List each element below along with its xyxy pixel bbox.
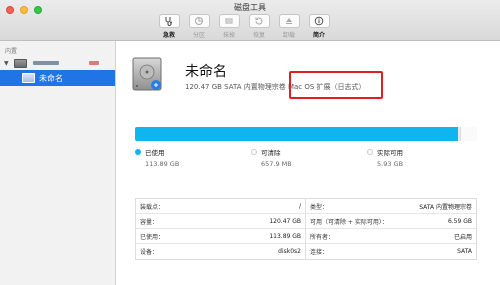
window-title: 磁盘工具 xyxy=(234,3,266,12)
disclosure-triangle-icon[interactable]: ▼ xyxy=(4,60,12,67)
info-key: 容量： xyxy=(140,218,159,226)
partition-button[interactable]: 分区 xyxy=(186,14,212,39)
unmount-label: 卸载 xyxy=(282,32,295,39)
hard-drive-icon xyxy=(14,58,27,68)
info-key: 装载点： xyxy=(140,203,165,211)
used-color-dot xyxy=(135,149,141,155)
hard-drive-icon xyxy=(132,57,162,91)
table-row: 设备： disk0s2 连接： SATA xyxy=(136,244,476,259)
toolbar: 急救 分区 抹掉 恢复 卸载 简介 xyxy=(156,14,332,39)
table-row: 容量： 120.47 GB 可用（可清除 + 实际可用）： 6.59 GB xyxy=(136,214,476,229)
partition-label: 分区 xyxy=(192,32,205,39)
info-value: 已启用 xyxy=(453,233,472,241)
restore-label: 恢复 xyxy=(252,32,265,39)
first-aid-button[interactable]: 急救 xyxy=(156,14,182,39)
erase-label: 抹掉 xyxy=(222,32,235,39)
legend-used-label: 已使用 xyxy=(145,149,165,157)
restore-icon xyxy=(255,17,263,25)
pie-chart-icon xyxy=(195,17,203,25)
info-key: 可用（可清除 + 实际可用）： xyxy=(310,218,388,226)
legend-purgeable-value: 657.9 MB xyxy=(261,160,292,168)
storage-usage-bar xyxy=(135,127,477,141)
legend-purgeable-label: 可清除 xyxy=(261,149,281,157)
purgeable-color-dot xyxy=(251,149,257,155)
info-value: 113.89 GB xyxy=(269,232,301,240)
main-panel: 未命名 120.47 GB SATA 内置物理宗卷 Mac OS 扩展（日志式）… xyxy=(117,41,500,285)
sidebar-section-internal: 内置 xyxy=(5,48,18,55)
info-key: 设备： xyxy=(140,249,159,256)
legend-purgeable: 可清除 657.9 MB xyxy=(251,147,292,168)
info-label: 简介 xyxy=(312,32,325,39)
info-key: 所有者： xyxy=(310,233,335,241)
info-value: / xyxy=(298,202,301,210)
restore-button[interactable]: 恢复 xyxy=(246,14,272,39)
volume-info-table: 装载点： / 类型： SATA 内置物理宗卷 容量： 120.47 GB 可用（… xyxy=(135,198,477,260)
free-space-segment xyxy=(460,127,477,141)
info-value: disk0s2 xyxy=(278,248,301,255)
redacted-disk-name xyxy=(33,61,59,65)
legend-available: 实际可用 5.93 GB xyxy=(367,147,403,168)
info-key: 类型： xyxy=(310,203,329,211)
stethoscope-icon xyxy=(165,17,172,26)
legend-available-value: 5.93 GB xyxy=(377,160,404,168)
unmount-button[interactable]: 卸载 xyxy=(276,14,302,39)
disk-utility-window: 磁盘工具 急救 分区 抹掉 恢复 卸载 简介 内置 ▼ 未命名 未命名 120.… xyxy=(0,0,500,285)
legend-used-value: 113.89 GB xyxy=(145,160,180,168)
erase-button[interactable]: 抹掉 xyxy=(216,14,242,39)
eject-icon xyxy=(286,18,292,24)
info-value: 120.47 GB xyxy=(269,217,301,225)
erase-icon xyxy=(225,18,233,24)
info-value: SATA xyxy=(457,248,472,255)
table-row: 装载点： / 类型： SATA 内置物理宗卷 xyxy=(136,199,476,214)
info-value: 6.59 GB xyxy=(447,217,472,225)
info-key: 连接： xyxy=(310,249,329,256)
legend-used: 已使用 113.89 GB xyxy=(135,147,179,168)
used-space-segment xyxy=(135,127,459,141)
legend-available-label: 实际可用 xyxy=(377,149,403,157)
first-aid-label: 急救 xyxy=(162,32,175,39)
sidebar-item-volume[interactable]: 未命名 xyxy=(0,70,115,86)
red-highlight-box xyxy=(289,71,383,99)
info-icon xyxy=(314,16,324,26)
info-key: 已使用： xyxy=(140,233,165,241)
table-row: 已使用： 113.89 GB 所有者： 已启用 xyxy=(136,229,476,244)
sidebar-item-disk[interactable]: ▼ xyxy=(4,57,112,69)
sidebar-volume-label: 未命名 xyxy=(39,73,63,83)
available-color-dot xyxy=(367,149,373,155)
volume-title: 未命名 xyxy=(185,64,227,80)
info-button[interactable]: 简介 xyxy=(306,14,332,39)
sidebar: 内置 ▼ 未命名 xyxy=(0,41,116,285)
title-bar: 磁盘工具 急救 分区 抹掉 恢复 卸载 简介 xyxy=(0,0,500,41)
volume-icon xyxy=(22,73,35,83)
info-value: SATA 内置物理宗卷 xyxy=(419,203,472,211)
redacted-disk-size xyxy=(89,61,99,65)
